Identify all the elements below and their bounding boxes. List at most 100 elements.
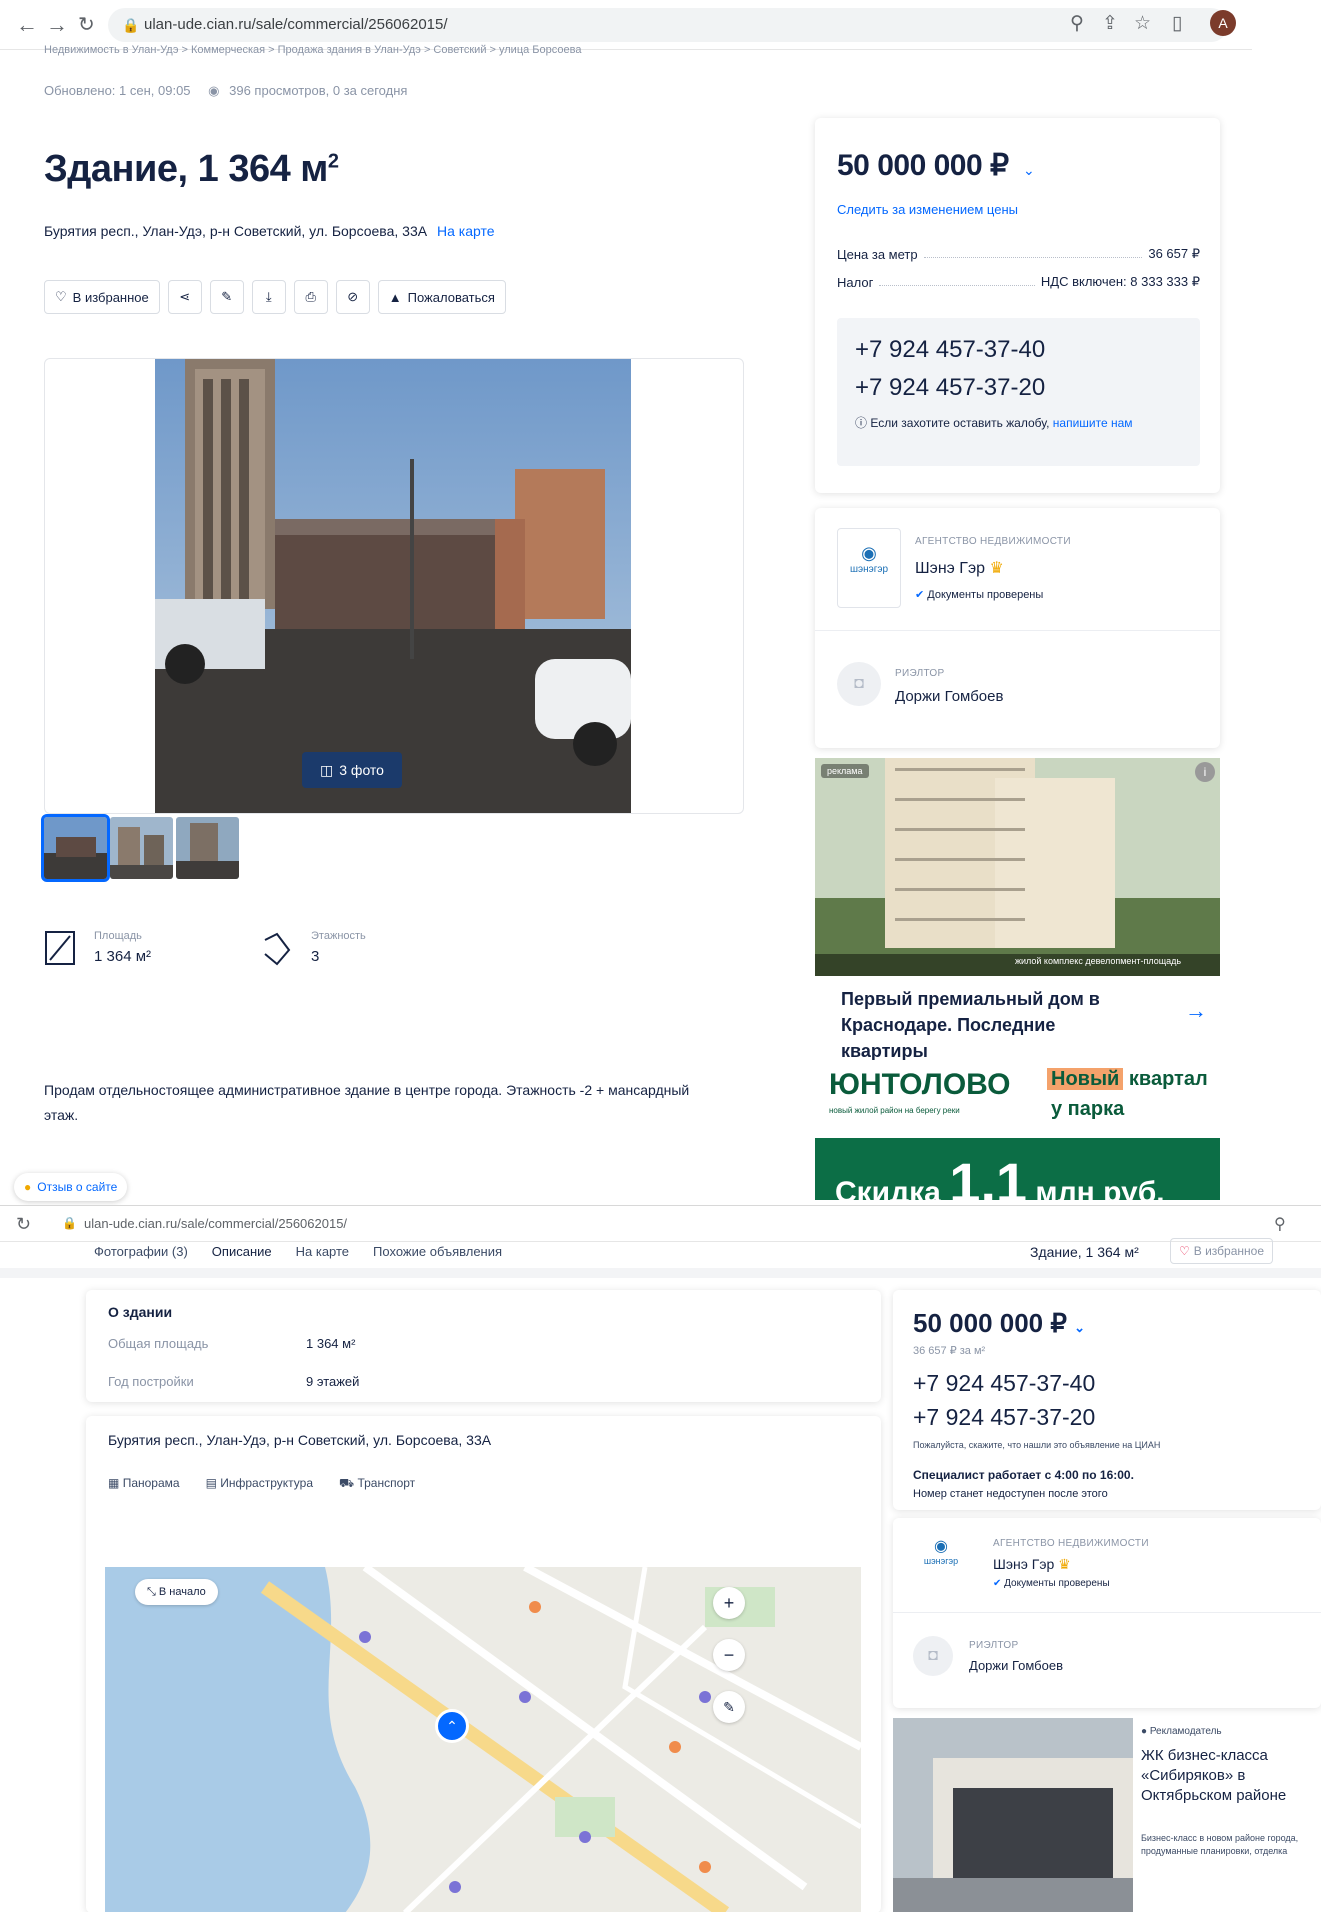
reload-icon[interactable]: ↻ [16, 1214, 31, 1235]
dot-icon: ● [1141, 1726, 1148, 1737]
arrow-right-icon[interactable]: → [1185, 998, 1207, 1024]
tab-map[interactable]: На карте [296, 1244, 349, 1271]
sticky-favorite-button[interactable]: ♡ В избранное [1170, 1238, 1273, 1264]
heart-icon: ♡ [55, 289, 67, 304]
map-link[interactable]: На карте [437, 223, 495, 239]
phone-number[interactable]: +7 924 457-37-20 [913, 1404, 1095, 1431]
chevron-down-icon[interactable]: ⌄ [1074, 1320, 1085, 1335]
forward-icon[interactable]: → [46, 12, 68, 38]
ad4-title[interactable]: ЖК бизнес-класса «Сибиряков» в Октябрьск… [1141, 1746, 1313, 1806]
tab-description[interactable]: Описание [211, 1244, 272, 1271]
thumbnail[interactable] [110, 817, 173, 879]
browser-toolbar: ← → ↻ 🔒 ulan-ude.cian.ru/sale/commercial… [0, 0, 1252, 50]
ad-title[interactable]: Первый премиальный дом в Краснодаре. Пос… [841, 986, 1141, 1064]
thumbnail[interactable] [176, 817, 239, 879]
ad-caption: жилой комплекс девелопмент-площадь [1015, 956, 1182, 966]
tab-photos[interactable]: Фотографии (3) [94, 1244, 188, 1271]
map-tool[interactable]: ▤ Инфраструктура [206, 1476, 313, 1492]
complaint-link[interactable]: напишите нам [1053, 416, 1133, 430]
map-tools: ▦ Панорама ▤ Инфраструктура ⛟ Транспорт [108, 1476, 415, 1492]
feedback-button[interactable]: ● Отзыв о сайте [14, 1173, 128, 1201]
ad-banner-3[interactable]: Скидка 1,1 млн руб. [815, 1138, 1220, 1200]
lock-icon: 🔒 [62, 1216, 77, 1230]
url-text[interactable]: ulan-ude.cian.ru/sale/commercial/2560620… [84, 1216, 347, 1231]
thumbnail[interactable] [41, 814, 110, 882]
address-bar[interactable]: 🔒 ulan-ude.cian.ru/sale/commercial/25606… [108, 8, 1228, 42]
main-photo[interactable] [155, 359, 631, 813]
hide-button[interactable]: ⊘ [335, 280, 370, 314]
favorite-label: В избранное [1193, 1244, 1264, 1258]
stairs-icon [264, 932, 291, 966]
realtor-avatar[interactable]: ◘ [913, 1636, 953, 1676]
profile-avatar[interactable]: A [1210, 10, 1236, 36]
reload-icon[interactable]: ↻ [78, 12, 95, 37]
map-view[interactable]: ⌃ ⤡ В начало + − ✎ [105, 1567, 861, 1912]
search-icon[interactable]: ⚲ [1274, 1214, 1286, 1234]
ad-banner-1[interactable]: реклама жилой комплекс девелопмент-площа… [815, 758, 1220, 1088]
search-icon[interactable]: ⚲ [1070, 12, 1084, 35]
ad3-text: Скидка 1,1 млн руб. [835, 1150, 1165, 1200]
agency-logo-icon: ◉ [861, 543, 877, 563]
check-icon: ✔ [993, 1578, 1002, 1589]
description: Продам отдельностоящее административное … [44, 1082, 690, 1123]
ad3-text-a: Скидка [835, 1176, 941, 1200]
map-tiles [105, 1567, 861, 1912]
share-button[interactable]: ⋖ [167, 280, 202, 314]
ad-info-icon[interactable]: i [1195, 762, 1215, 782]
map-tool[interactable]: ⛟ Транспорт [339, 1476, 415, 1492]
favorite-button[interactable]: ♡ В избранное [44, 280, 160, 314]
heart-icon: ♡ [1179, 1244, 1190, 1258]
complain-button[interactable]: ▲ Пожаловаться [377, 280, 506, 314]
ad-banner-2[interactable]: ЮНТОЛОВО новый жилой район на берегу рек… [815, 1060, 1220, 1138]
download-button[interactable]: ⤓ [251, 280, 286, 314]
map-tool[interactable]: ▦ Панорама [108, 1476, 180, 1492]
zoom-in-button[interactable]: + [713, 1587, 745, 1619]
agency-name-row[interactable]: Шэнэ Гэр ♛ [915, 558, 1004, 578]
note-button[interactable]: ✎ [209, 280, 244, 314]
phone-number[interactable]: +7 924 457-37-40 [855, 336, 1182, 364]
address-text: Бурятия респ., Улан-Удэ, р-н Советский, … [44, 223, 428, 239]
sidepanel-icon[interactable]: ▯ [1172, 12, 1182, 35]
share-icon[interactable]: ⇪ [1102, 12, 1118, 35]
zoom-out-button[interactable]: − [713, 1639, 745, 1671]
price-row-2: 50 000 000 ₽ ⌄ [913, 1308, 1085, 1339]
ad4-badge: Рекламодатель [1149, 1726, 1222, 1737]
divider [0, 1268, 1321, 1278]
back-icon[interactable]: ← [16, 12, 38, 38]
detail-row: Налог НДС включен: 8 333 333 ₽ [837, 274, 1200, 290]
agency-logo[interactable]: ◉ шэнэгэр [913, 1536, 969, 1596]
phone-number[interactable]: +7 924 457-37-40 [913, 1370, 1095, 1397]
agency-logo[interactable]: ◉ шэнэгэр [837, 528, 901, 608]
phone-number[interactable]: +7 924 457-37-20 [855, 374, 1182, 402]
map-reset-button[interactable]: ⤡ В начало [135, 1579, 218, 1605]
realtor-name[interactable]: Доржи Гомбоев [895, 688, 1003, 705]
divider [815, 630, 1220, 631]
check-icon: ✔ [915, 589, 925, 601]
about-label: Общая площадь [108, 1336, 209, 1351]
agency-name[interactable]: Шэнэ Гэр [993, 1556, 1054, 1572]
fact-label: Этажность [311, 930, 366, 942]
realtor-name[interactable]: Доржи Гомбоев [969, 1658, 1063, 1673]
agency-name[interactable]: Шэнэ Гэр [915, 560, 985, 577]
ad-banner-4[interactable]: ● Рекламодатель ЖК бизнес-класса «Сибиря… [893, 1718, 1321, 1912]
realtor-label: РИЭЛТОР [969, 1640, 1019, 1651]
url-text: ulan-ude.cian.ru/sale/commercial/2560620… [144, 16, 448, 33]
realtor-avatar[interactable]: ◘ [837, 662, 881, 706]
photo-count-badge[interactable]: ◫ 3 фото [302, 752, 402, 788]
follow-price-link[interactable]: Следить за изменением цены [837, 202, 1018, 217]
crown-icon: ♛ [1058, 1556, 1071, 1572]
tab-similar[interactable]: Похожие объявления [373, 1244, 502, 1271]
breadcrumb[interactable]: Недвижимость в Улан-Удэ > Коммерческая >… [44, 44, 581, 56]
print-button[interactable]: ⎙ [293, 280, 328, 314]
tool-label: Транспорт [357, 1476, 416, 1490]
star-icon[interactable]: ☆ [1134, 12, 1151, 35]
chevron-down-icon[interactable]: ⌄ [1023, 162, 1035, 178]
map-pin-icon[interactable]: ⌃ [435, 1709, 469, 1743]
thumbnail-image [44, 817, 107, 879]
work-hours-note: Номер станет недоступен после этого [913, 1488, 1108, 1500]
feedback-label: Отзыв о сайте [37, 1180, 118, 1194]
ruler-icon[interactable]: ✎ [713, 1691, 745, 1723]
browser-window-top: ← → ↻ 🔒 ulan-ude.cian.ru/sale/commercial… [0, 0, 1321, 1205]
agency-name-row[interactable]: Шэнэ Гэр ♛ [993, 1556, 1071, 1573]
photo-gallery[interactable] [44, 358, 744, 814]
